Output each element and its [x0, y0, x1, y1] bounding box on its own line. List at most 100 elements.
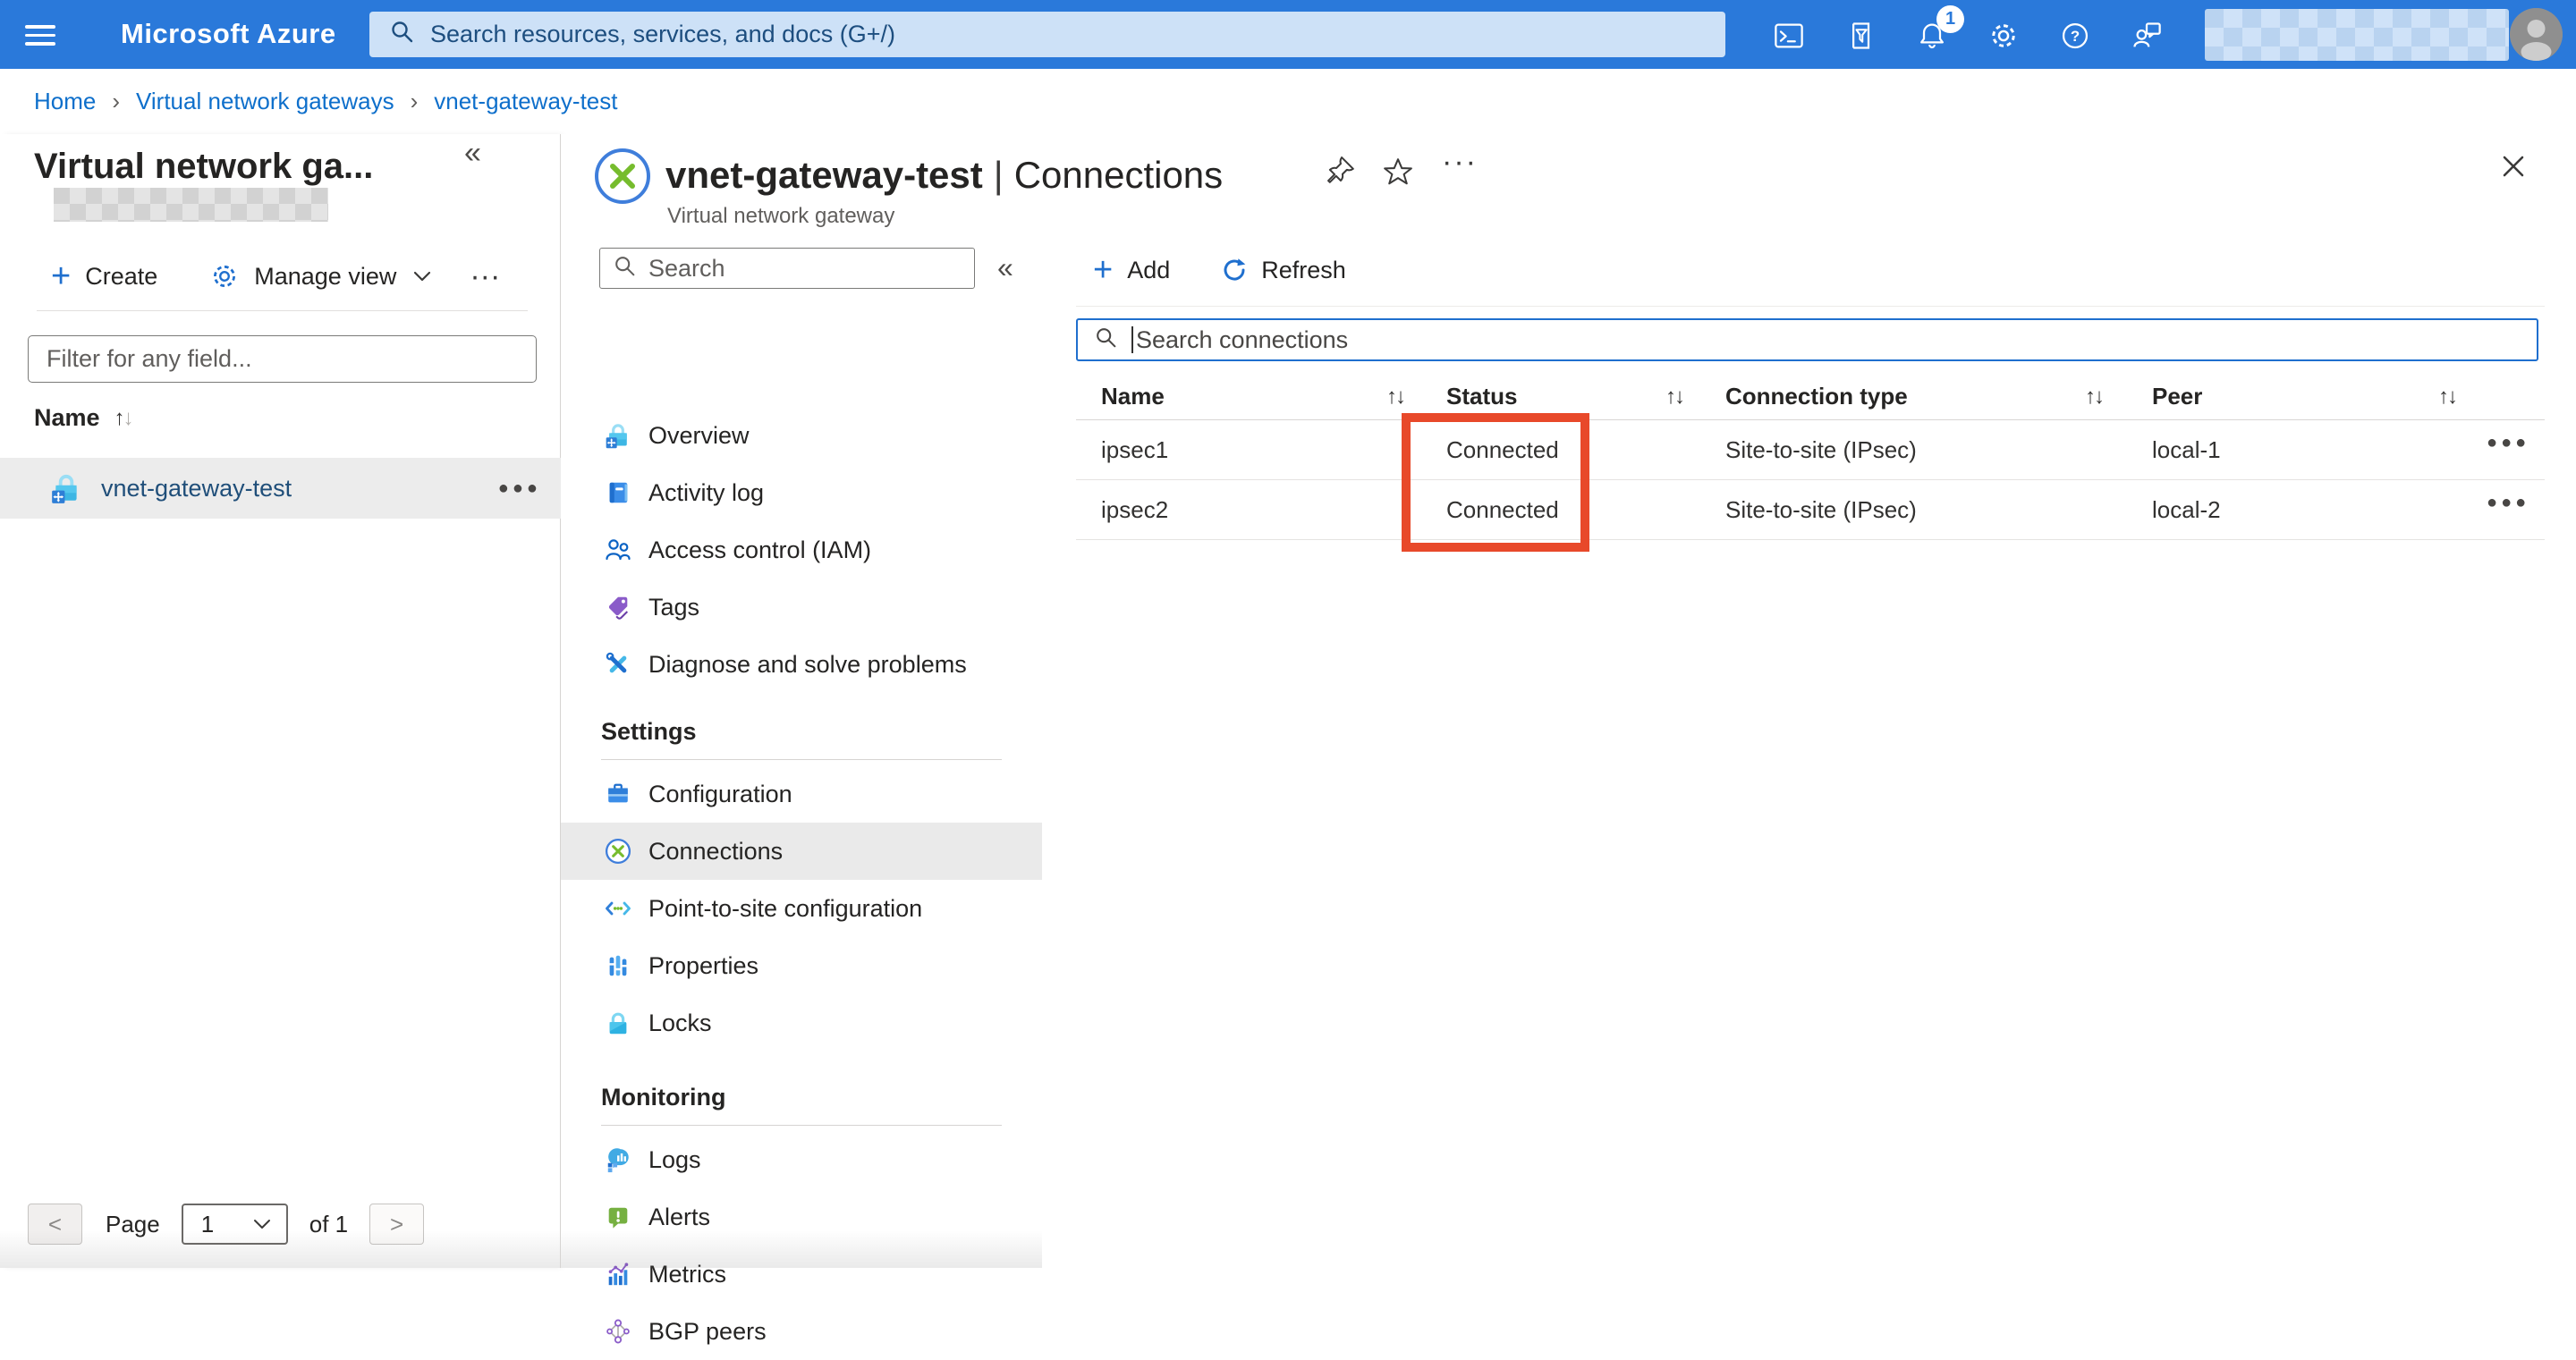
page-select[interactable]: 1: [181, 1204, 288, 1245]
list-item-label: vnet-gateway-test: [101, 474, 292, 502]
table-row[interactable]: ipsec1 Connected Site-to-site (IPsec) lo…: [1076, 420, 2545, 480]
sort-icon[interactable]: ↑↓: [2438, 384, 2458, 410]
menu-item-alerts[interactable]: Alerts: [561, 1188, 1042, 1246]
hamburger-menu-icon[interactable]: [25, 20, 61, 50]
pagination-bar: < Page 1 of 1 >: [28, 1204, 425, 1245]
page-label: Page: [106, 1210, 160, 1238]
filter-input[interactable]: [47, 345, 512, 373]
create-button[interactable]: + Create: [51, 258, 157, 295]
diagnose-icon: [604, 650, 632, 679]
favorite-star-icon[interactable]: [1380, 154, 1416, 190]
search-icon: [1094, 325, 1119, 355]
pin-icon[interactable]: [1323, 154, 1359, 190]
menu-item-diagnose[interactable]: Diagnose and solve problems: [561, 636, 1042, 693]
blade-menu: « Overview Activity log Access control (…: [561, 237, 1042, 1345]
list-item-vnet-gateway-test[interactable]: vnet-gateway-test ●●●: [0, 458, 561, 519]
column-header-name[interactable]: Name: [1101, 383, 1165, 410]
row-more-actions-icon[interactable]: ●●●: [498, 478, 541, 499]
section-header-settings: Settings: [601, 718, 697, 745]
close-blade-icon[interactable]: [2494, 147, 2533, 186]
name-column-header[interactable]: Name: [34, 404, 100, 432]
resource-type-subtitle: Virtual network gateway: [667, 204, 895, 228]
metrics-icon: [604, 1260, 632, 1288]
properties-icon: [604, 951, 632, 980]
vnet-gateway-blade: vnet-gateway-test | Connections Virtual ne…: [561, 134, 2576, 1345]
blade-more-icon[interactable]: ···: [1442, 145, 1478, 180]
sort-icon[interactable]: ↑↓: [2085, 384, 2105, 410]
connections-search-input[interactable]: [1136, 325, 2388, 354]
cloud-shell-icon[interactable]: [1769, 16, 1809, 55]
menu-item-tags[interactable]: Tags: [561, 579, 1042, 636]
sort-icon[interactable]: ↑↓: [114, 406, 134, 431]
plus-icon: +: [51, 258, 72, 295]
more-actions-icon[interactable]: ···: [470, 259, 500, 294]
help-icon[interactable]: ?: [2055, 16, 2095, 55]
gateway-icon: [604, 421, 632, 450]
column-header-status[interactable]: Status: [1446, 383, 1517, 410]
sort-icon[interactable]: ↑↓: [1386, 384, 1406, 410]
plus-icon: +: [1093, 251, 1114, 289]
bgp-peers-icon: [604, 1317, 632, 1346]
row-more-actions-icon[interactable]: ●●●: [2487, 433, 2529, 453]
column-header-peer[interactable]: Peer: [2152, 383, 2202, 410]
feedback-icon[interactable]: [2127, 16, 2166, 55]
column-header-connection-type[interactable]: Connection type: [1725, 383, 1908, 410]
global-search-bar[interactable]: [369, 12, 1725, 57]
divider: [37, 310, 528, 311]
sort-icon[interactable]: ↑↓: [1665, 384, 1685, 410]
breadcrumb-separator: ›: [410, 88, 419, 114]
cell-name[interactable]: ipsec1: [1101, 436, 1168, 464]
add-connection-button[interactable]: + Add: [1093, 251, 1170, 289]
divider: [601, 759, 1002, 760]
menu-item-metrics[interactable]: Metrics: [561, 1246, 1042, 1303]
menu-item-configuration[interactable]: Configuration: [561, 765, 1042, 823]
manage-view-button[interactable]: Manage view: [209, 261, 434, 291]
avatar[interactable]: [2510, 8, 2563, 61]
chevron-down-icon: [253, 1220, 270, 1229]
menu-item-locks[interactable]: Locks: [561, 994, 1042, 1052]
menu-search-input[interactable]: [648, 254, 944, 283]
global-search-input[interactable]: [430, 21, 1682, 48]
menu-item-point-to-site[interactable]: Point-to-site configuration: [561, 880, 1042, 937]
row-more-actions-icon[interactable]: ●●●: [2487, 493, 2529, 513]
breadcrumb-home[interactable]: Home: [34, 88, 96, 115]
menu-item-activity-log[interactable]: Activity log: [561, 464, 1042, 521]
vnet-gateway-icon: [49, 471, 83, 505]
menu-item-logs[interactable]: Logs: [561, 1131, 1042, 1188]
menu-item-connections[interactable]: Connections: [561, 823, 1042, 880]
alerts-icon: [604, 1203, 632, 1231]
breadcrumb-current[interactable]: vnet-gateway-test: [434, 88, 617, 115]
filter-field[interactable]: [28, 335, 537, 383]
directory-filter-icon[interactable]: [1841, 16, 1880, 55]
connections-icon: [604, 837, 632, 866]
connections-search-field[interactable]: [1076, 318, 2538, 361]
cell-status: Connected: [1446, 436, 1559, 463]
settings-gear-icon[interactable]: [1984, 16, 2023, 55]
next-page-button[interactable]: >: [369, 1204, 425, 1245]
configuration-icon: [604, 780, 632, 808]
connections-table: Name ↑↓ Status ↑↓ Connection type ↑↓ Pee…: [1076, 377, 2545, 540]
connections-content: + Add Refresh Name ↑↓ Status ↑↓: [1042, 237, 2576, 1268]
chevron-down-icon: [411, 265, 434, 288]
table-header-row: Name ↑↓ Status ↑↓ Connection type ↑↓ Pee…: [1076, 377, 2545, 420]
menu-item-bgp-peers[interactable]: BGP peers: [561, 1303, 1042, 1360]
cell-name[interactable]: ipsec2: [1101, 496, 1168, 524]
breadcrumb-vnet-gateways[interactable]: Virtual network gateways: [136, 88, 394, 115]
text-cursor: [1131, 326, 1133, 353]
menu-item-overview[interactable]: Overview: [561, 407, 1042, 464]
section-header-monitoring: Monitoring: [601, 1084, 726, 1111]
collapse-panel-icon[interactable]: «: [464, 136, 481, 171]
menu-search-field[interactable]: [599, 248, 975, 289]
refresh-button[interactable]: Refresh: [1220, 256, 1346, 284]
page-count-label: of 1: [309, 1210, 349, 1238]
table-row[interactable]: ipsec2 Connected Site-to-site (IPsec) lo…: [1076, 480, 2545, 540]
product-title[interactable]: Microsoft Azure: [121, 18, 336, 50]
collapse-menu-icon[interactable]: «: [997, 251, 1013, 284]
subscription-redacted: [54, 188, 328, 222]
cell-connection-type: Site-to-site (IPsec): [1725, 496, 1917, 523]
cell-status: Connected: [1446, 496, 1559, 523]
menu-item-properties[interactable]: Properties: [561, 937, 1042, 994]
menu-item-access-control[interactable]: Access control (IAM): [561, 521, 1042, 579]
point-to-site-icon: [604, 894, 632, 923]
previous-page-button[interactable]: <: [28, 1204, 82, 1245]
